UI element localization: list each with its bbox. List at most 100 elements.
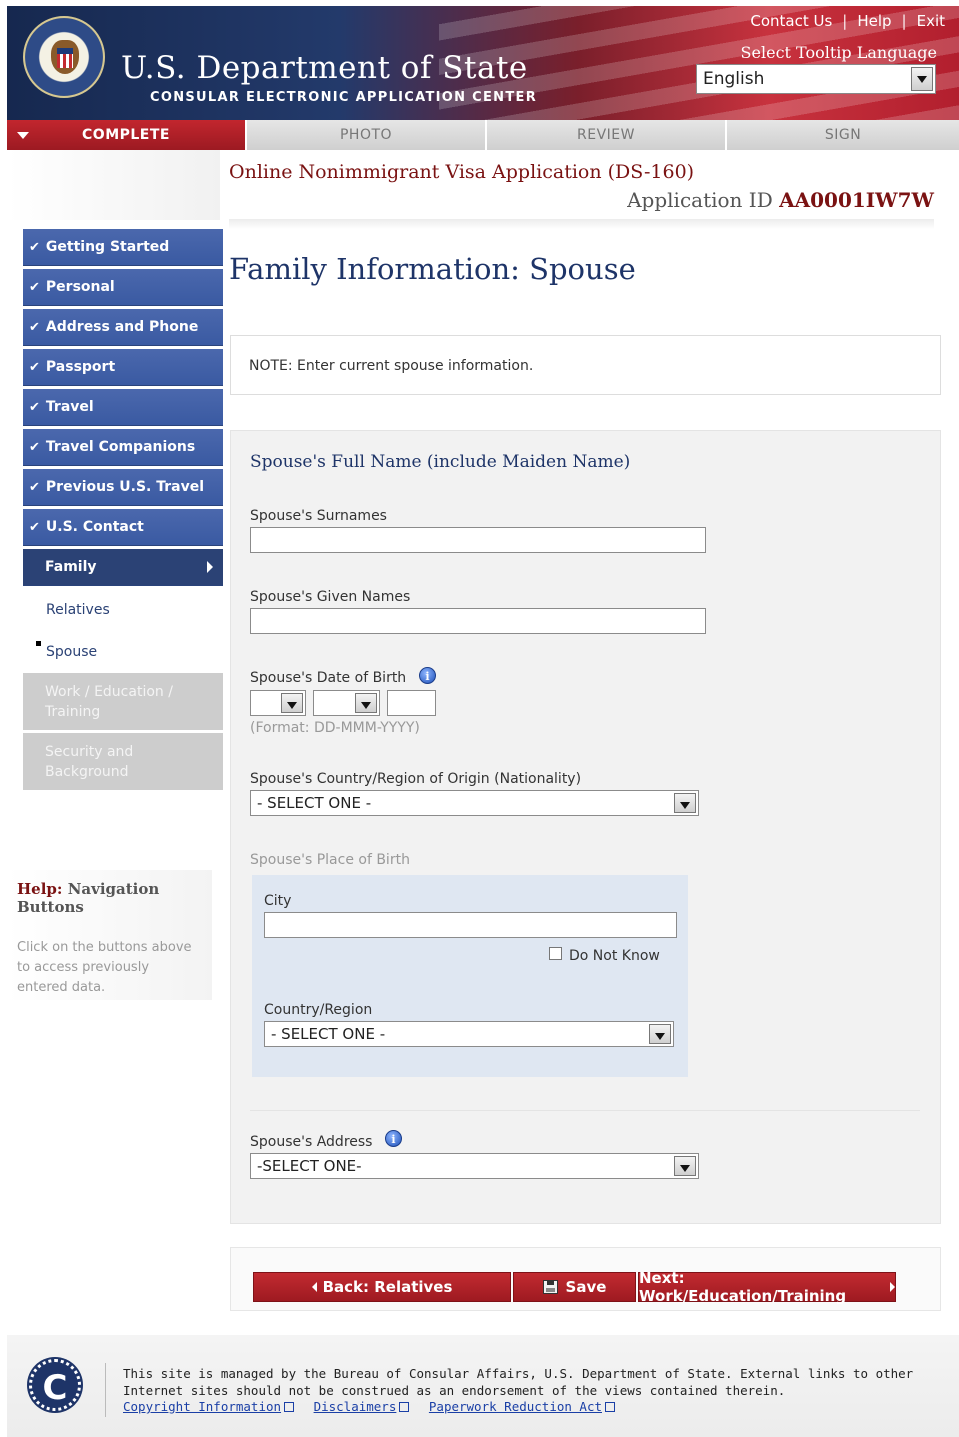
title-divider: [229, 219, 934, 229]
sidebar-item-travel-companions[interactable]: ✔ Travel Companions: [23, 429, 223, 466]
department-title: U.S. Department of State: [121, 50, 528, 86]
sidebar-item-previous-us-travel[interactable]: ✔ Previous U.S. Travel: [23, 469, 223, 506]
help-text: Click on the buttons above to access pre…: [17, 940, 192, 995]
chevron-down-icon[interactable]: [911, 67, 933, 91]
tab-photo[interactable]: PHOTO: [247, 120, 487, 150]
external-link-icon: [605, 1402, 615, 1412]
sidebar-item-work-education-training: Work / Education / Training: [23, 673, 223, 730]
tab-complete[interactable]: COMPLETE: [7, 120, 247, 150]
full-name-heading: Spouse's Full Name (include Maiden Name): [250, 452, 631, 472]
chevron-down-icon[interactable]: [649, 1024, 671, 1044]
state-department-seal-icon: [23, 16, 105, 98]
surnames-label: Spouse's Surnames: [250, 508, 387, 524]
floppy-disk-icon: [542, 1280, 558, 1294]
dob-format-hint: (Format: DD-MMM-YYYY): [250, 720, 420, 736]
paperwork-reduction-act-link[interactable]: Paperwork Reduction Act: [429, 1399, 615, 1414]
page-title: Family Information: Spouse: [229, 252, 636, 286]
separator: |: [901, 12, 907, 30]
chevron-right-icon: [207, 561, 213, 573]
chevron-right-icon: [890, 1282, 895, 1292]
dob-label: Spouse's Date of Birth: [250, 670, 407, 686]
checkmark-icon: ✔: [29, 519, 40, 535]
sidebar-item-personal[interactable]: ✔ Personal: [23, 269, 223, 306]
city-input[interactable]: [264, 912, 677, 938]
footer-links: Copyright Information Disclaimers Paperw…: [123, 1399, 627, 1414]
left-shade: [7, 150, 220, 220]
address-select[interactable]: -SELECT ONE-: [250, 1153, 699, 1179]
help-title: Help: Navigation Buttons: [17, 880, 160, 916]
surnames-input[interactable]: [250, 527, 706, 553]
sidebar-item-getting-started[interactable]: ✔ Getting Started: [23, 229, 223, 266]
dob-year-input[interactable]: [387, 690, 436, 716]
sidebar-subitem-relatives[interactable]: Relatives: [23, 589, 223, 631]
tab-sign[interactable]: SIGN: [727, 120, 959, 150]
checkmark-icon: ✔: [29, 319, 40, 335]
country-region-select[interactable]: - SELECT ONE -: [264, 1021, 674, 1047]
chevron-down-icon[interactable]: [674, 1156, 696, 1176]
sidebar-subitem-spouse[interactable]: Spouse: [23, 631, 223, 673]
chevron-left-icon: [311, 1282, 317, 1292]
nationality-select[interactable]: - SELECT ONE -: [250, 790, 699, 816]
given-names-input[interactable]: [250, 608, 706, 634]
section-divider: [250, 1110, 920, 1111]
form-title: Online Nonimmigrant Visa Application (DS…: [229, 161, 695, 183]
note-box: NOTE: Enter current spouse information.: [230, 335, 941, 395]
checkmark-icon: ✔: [29, 439, 40, 455]
country-region-label: Country/Region: [264, 1002, 373, 1018]
contact-us-link[interactable]: Contact Us: [750, 12, 832, 30]
do-not-know-label: Do Not Know: [569, 948, 660, 964]
given-names-label: Spouse's Given Names: [250, 589, 411, 605]
top-links: Contact Us | Help | Exit: [750, 12, 945, 30]
application-id-value: AA0001IW7W: [779, 188, 934, 212]
dob-month-select[interactable]: [313, 690, 380, 716]
caret-down-icon: [17, 132, 29, 139]
info-icon[interactable]: i: [385, 1130, 402, 1147]
sidebar-item-travel[interactable]: ✔ Travel: [23, 389, 223, 426]
disclaimers-link[interactable]: Disclaimers: [314, 1399, 410, 1414]
help-link[interactable]: Help: [857, 12, 891, 30]
chevron-down-icon[interactable]: [281, 693, 303, 713]
sidebar-item-family[interactable]: Family: [23, 549, 223, 586]
sidebar-nav: ✔ Getting Started ✔ Personal ✔ Address and …: [23, 229, 223, 793]
tooltip-language-label: Select Tooltip Language: [740, 43, 937, 62]
department-subtitle: CONSULAR ELECTRONIC APPLICATION CENTER: [150, 90, 538, 105]
consular-affairs-logo-icon: C: [29, 1359, 81, 1411]
sidebar-item-address-and-phone[interactable]: ✔ Address and Phone: [23, 309, 223, 346]
footer: C This site is managed by the Bureau of …: [7, 1335, 959, 1437]
external-link-icon: [284, 1402, 295, 1412]
tooltip-language-select[interactable]: English: [696, 64, 936, 94]
checkmark-icon: ✔: [29, 279, 40, 295]
info-icon[interactable]: i: [419, 667, 436, 684]
separator: |: [842, 12, 848, 30]
checkmark-icon: ✔: [29, 359, 40, 375]
external-link-icon: [399, 1402, 410, 1412]
do-not-know-checkbox[interactable]: [549, 947, 562, 960]
dob-day-select[interactable]: [250, 690, 306, 716]
footer-divider: [105, 1363, 106, 1417]
tab-review[interactable]: REVIEW: [487, 120, 727, 150]
copyright-link[interactable]: Copyright Information: [123, 1399, 295, 1414]
checkmark-icon: ✔: [29, 239, 40, 255]
exit-link[interactable]: Exit: [917, 12, 945, 30]
sidebar-item-security-background: Security and Background: [23, 733, 223, 790]
application-id: Application ID AA0001IW7W: [627, 188, 934, 212]
place-of-birth-label: Spouse's Place of Birth: [250, 852, 410, 868]
nationality-label: Spouse's Country/Region of Origin (Natio…: [250, 771, 582, 787]
tooltip-language-value: English: [703, 69, 765, 89]
shield-icon: [57, 48, 73, 68]
footer-text: This site is managed by the Bureau of Co…: [123, 1366, 914, 1398]
address-label: Spouse's Address: [250, 1134, 373, 1150]
chevron-down-icon[interactable]: [674, 793, 696, 813]
site-header: U.S. Department of State CONSULAR ELECTR…: [7, 6, 959, 120]
chevron-down-icon[interactable]: [355, 693, 377, 713]
back-button[interactable]: Back: Relatives: [253, 1272, 511, 1302]
next-button[interactable]: Next: Work/Education/Training: [638, 1269, 896, 1305]
checkmark-icon: ✔: [29, 399, 40, 415]
save-button[interactable]: Save: [513, 1272, 636, 1302]
sidebar-item-passport[interactable]: ✔ Passport: [23, 349, 223, 386]
sidebar-item-us-contact[interactable]: ✔ U.S. Contact: [23, 509, 223, 546]
checkmark-icon: ✔: [29, 479, 40, 495]
city-label: City: [264, 893, 292, 909]
help-box: Help: Navigation Buttons Click on the bu…: [7, 870, 212, 1000]
progress-tabs: COMPLETE PHOTO REVIEW SIGN: [7, 120, 959, 150]
